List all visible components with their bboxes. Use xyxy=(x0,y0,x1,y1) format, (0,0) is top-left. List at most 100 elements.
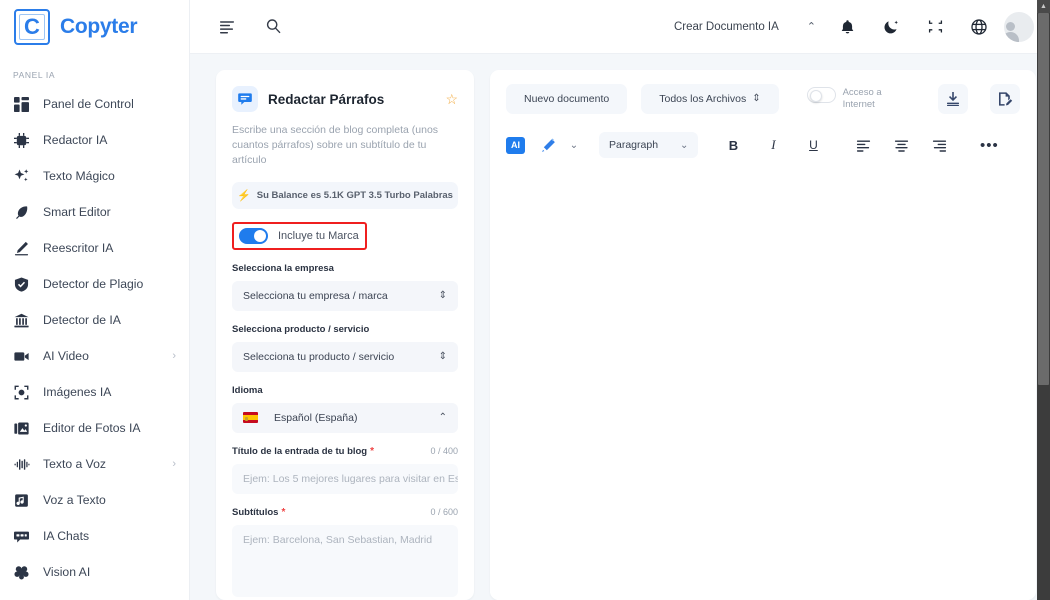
underline-button[interactable]: U xyxy=(800,132,826,158)
music-note-icon xyxy=(13,492,30,509)
sidebar-item-label: Voz a Texto xyxy=(43,493,106,507)
italic-button[interactable]: I xyxy=(760,132,786,158)
language-label-text: Idioma xyxy=(232,384,263,396)
sidebar-item-texto-magico[interactable]: Texto Mágico xyxy=(0,158,189,194)
align-right-icon[interactable] xyxy=(926,132,952,158)
favorite-star-icon[interactable]: ☆ xyxy=(445,91,458,108)
collapse-icon[interactable] xyxy=(918,10,952,44)
align-left-icon[interactable] xyxy=(850,132,876,158)
product-field-label: Selecciona producto / servicio xyxy=(232,324,458,335)
balance-text: Su Balance es 5.1K GPT 3.5 Turbo Palabra… xyxy=(256,189,453,201)
sidebar-section-label: PANEL IA xyxy=(13,70,56,80)
sidebar-item-redactor-ia[interactable]: Redactor IA xyxy=(0,122,189,158)
sidebar-item-label: Smart Editor xyxy=(43,205,111,219)
more-options-button[interactable]: ••• xyxy=(976,132,1002,158)
editor-formatting-toolbar: AI ⌄ Paragraph ⌄ B I U ••• xyxy=(506,132,1020,158)
blog-title-placeholder: Ejem: Los 5 mejores lugares para visitar… xyxy=(243,472,458,485)
align-center-icon[interactable] xyxy=(888,132,914,158)
product-label-text: Selecciona producto / servicio xyxy=(232,323,370,335)
sidebar-item-label: Texto Mágico xyxy=(43,169,115,183)
sidebar-item-panel-de-control[interactable]: Panel de Control xyxy=(0,86,189,122)
blog-title-input[interactable]: Ejem: Los 5 mejores lugares para visitar… xyxy=(232,463,458,494)
internet-access-label: Acceso a Internet xyxy=(842,87,882,110)
company-select-value: Selecciona tu empresa / marca xyxy=(243,289,388,302)
chevron-right-icon: › xyxy=(172,457,176,470)
sidebar-item-voz-a-texto[interactable]: Voz a Texto xyxy=(0,482,189,518)
sidebar-item-label: Reescritor IA xyxy=(43,241,114,255)
block-format-select[interactable]: Paragraph ⌄ xyxy=(599,132,699,158)
document-editor-card: Nuevo documento Todos los Archivos ⇕ Acc… xyxy=(490,70,1036,600)
dashboard-icon xyxy=(13,96,30,113)
scrollbar-thumb[interactable] xyxy=(1038,13,1049,385)
sidebar-item-smart-editor[interactable]: Smart Editor xyxy=(0,194,189,230)
bolt-icon: ⚡ xyxy=(237,189,251,202)
editor-canvas[interactable] xyxy=(490,162,1036,600)
sidebar-item-vision-ai[interactable]: Vision AI xyxy=(0,554,189,590)
sidebar-item-detector-de-plagio[interactable]: Detector de Plagio xyxy=(0,266,189,302)
search-icon[interactable] xyxy=(256,10,290,44)
all-files-label: Todos los Archivos xyxy=(659,93,747,105)
export-doc-icon[interactable] xyxy=(990,84,1020,114)
all-files-select[interactable]: Todos los Archivos ⇕ xyxy=(641,84,779,114)
company-select[interactable]: Selecciona tu empresa / marca ⇕ xyxy=(232,280,458,311)
language-select[interactable]: Español (España) ⌃ xyxy=(232,402,458,433)
sidebar-item-label: Panel de Control xyxy=(43,97,134,111)
sidebar-item-editor-de-fotos-ia[interactable]: Editor de Fotos IA xyxy=(0,410,189,446)
globe-icon[interactable] xyxy=(962,10,996,44)
required-asterisk: * xyxy=(370,445,375,457)
sidebar-item-label: Texto a Voz xyxy=(43,457,107,471)
create-document-button[interactable]: Crear Documento IA xyxy=(668,21,785,33)
chevron-down-icon: ⌄ xyxy=(680,139,689,151)
page-title: Redactar Párrafos xyxy=(268,91,385,107)
sidebar-item-reescritor-ia[interactable]: Reescritor IA xyxy=(0,230,189,266)
internet-access-toggle[interactable] xyxy=(806,87,836,104)
blog-title-label-text: Título de la entrada de tu blog xyxy=(232,445,368,457)
brand-name: Copyter xyxy=(60,15,138,38)
ai-badge-button[interactable]: AI xyxy=(506,136,525,154)
shield-check-icon xyxy=(13,276,30,293)
brand-toggle-highlight: Incluye tu Marca xyxy=(232,221,367,250)
user-avatar[interactable] xyxy=(1004,11,1034,42)
speech-bubble-icon xyxy=(232,86,258,112)
video-camera-icon xyxy=(13,348,30,365)
sidebar-item-label: AI Video xyxy=(43,349,89,363)
bell-icon[interactable] xyxy=(830,10,864,44)
include-brand-toggle[interactable] xyxy=(239,227,268,244)
bold-button[interactable]: B xyxy=(720,132,746,158)
chat-bubble-icon xyxy=(13,528,30,545)
magic-wand-icon[interactable] xyxy=(535,132,561,158)
toggle-knob xyxy=(809,90,822,103)
avatar-body xyxy=(1004,31,1019,42)
sidebar-item-label: Detector de IA xyxy=(43,313,121,327)
sidebar-item-ia-chats[interactable]: IA Chats xyxy=(0,518,189,554)
chevron-up-icon[interactable]: ⌃ xyxy=(785,20,830,33)
brand-logo[interactable]: C Copyter xyxy=(0,0,189,54)
chevron-right-icon: › xyxy=(172,349,176,362)
sidebar-item-label: Vision AI xyxy=(43,565,91,579)
download-icon[interactable] xyxy=(938,84,968,114)
product-select[interactable]: Selecciona tu producto / servicio ⇕ xyxy=(232,341,458,372)
sparkles-icon xyxy=(13,168,30,185)
moon-star-icon[interactable] xyxy=(874,10,908,44)
sidebar-item-imagenes-ia[interactable]: Imágenes IA xyxy=(0,374,189,410)
content-area: Redactar Párrafos ☆ Escribe una sección … xyxy=(190,54,1050,600)
magic-caret-icon[interactable]: ⌄ xyxy=(561,132,587,158)
bank-icon xyxy=(13,312,30,329)
app-root: C Copyter PANEL IA Panel de Control Reda… xyxy=(0,0,1050,600)
brain-icon xyxy=(13,564,30,581)
sort-updown-icon: ⇕ xyxy=(752,93,761,104)
align-left-icon[interactable] xyxy=(210,10,244,44)
avatar-head xyxy=(1006,21,1015,31)
sidebar-item-detector-de-ia[interactable]: Detector de IA xyxy=(0,302,189,338)
subtitles-textarea[interactable]: Ejem: Barcelona, San Sebastian, Madrid xyxy=(232,524,458,597)
scroll-up-arrow[interactable]: ▲ xyxy=(1037,0,1050,13)
editor-top-actions: Nuevo documento Todos los Archivos ⇕ Acc… xyxy=(506,84,1020,114)
sidebar-item-texto-a-voz[interactable]: Texto a Voz › xyxy=(0,446,189,482)
window-scrollbar[interactable]: ▲ xyxy=(1037,0,1050,600)
subtitles-placeholder: Ejem: Barcelona, San Sebastian, Madrid xyxy=(243,533,433,546)
prompt-form-card: Redactar Párrafos ☆ Escribe una sección … xyxy=(216,70,474,600)
sidebar-item-ai-video[interactable]: AI Video › xyxy=(0,338,189,374)
new-document-button[interactable]: Nuevo documento xyxy=(506,84,628,114)
spain-flag-icon xyxy=(243,412,258,424)
blog-title-counter: 0 / 400 xyxy=(430,445,458,456)
